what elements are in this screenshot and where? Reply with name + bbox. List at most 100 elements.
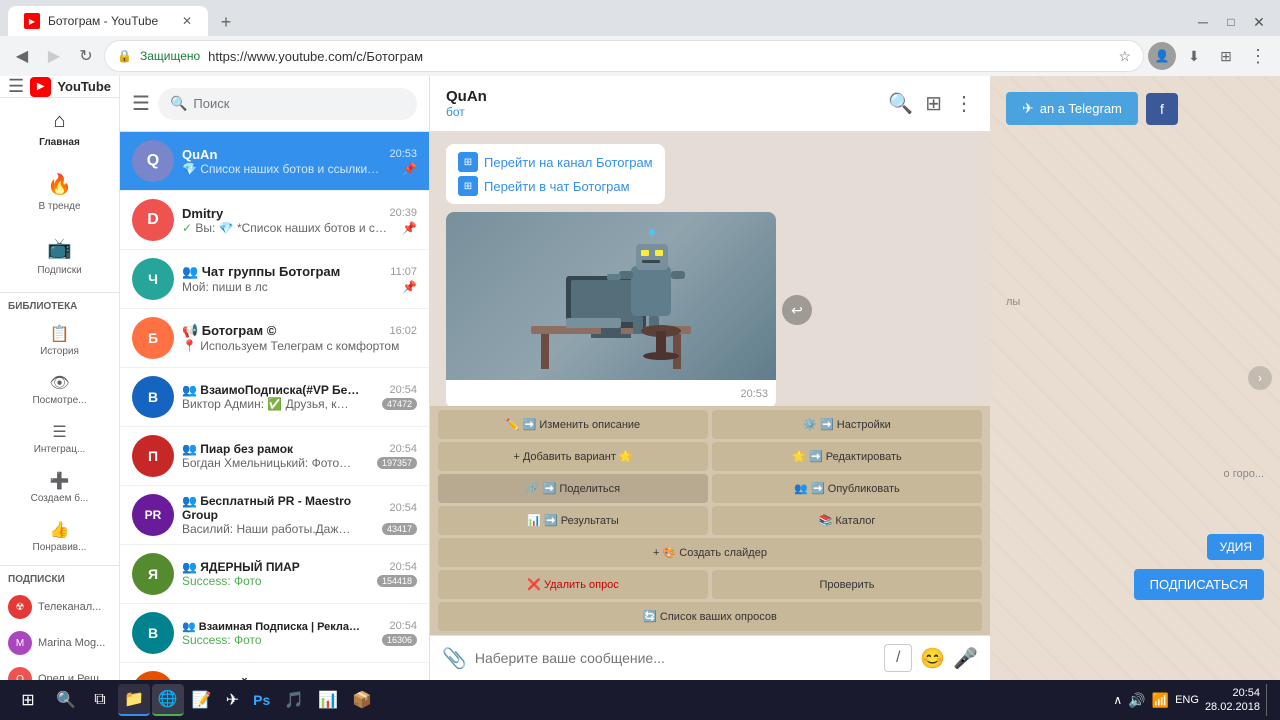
sub-item-2[interactable]: M Marina Mog... <box>0 625 119 661</box>
tab-title: Ботограм - YouTube <box>48 14 158 28</box>
sidebar-item-home[interactable]: ⌂ Главная <box>0 98 119 160</box>
taskbar-chrome[interactable]: 🌐 <box>152 684 184 716</box>
check-btn[interactable]: Проверить <box>712 570 982 599</box>
active-tab[interactable]: ▶ Ботограм - YouTube ✕ <box>8 6 208 36</box>
tray-icons-btn[interactable]: ∧ <box>1113 693 1122 707</box>
show-desktop-btn[interactable] <box>1266 684 1272 716</box>
delete-poll-btn[interactable]: ❌ Удалить опрос <box>438 570 708 599</box>
refresh-btn[interactable]: ↻ <box>72 42 100 70</box>
maximize-btn[interactable]: □ <box>1218 12 1244 32</box>
facebook-icon-btn[interactable]: f <box>1146 93 1178 125</box>
task-view-btn[interactable]: ⧉ <box>84 684 116 716</box>
extensions-btn[interactable]: ⊞ <box>1212 42 1240 70</box>
chat-item-piar[interactable]: П 👥 Пиар без рамок 20:54 Богдан Хмельниц… <box>120 427 429 486</box>
more-options-btn[interactable]: ⋮ <box>954 91 974 116</box>
bot-btn-row-2: + Добавить вариант 🌟 🌟 ➡️ Редактировать <box>438 442 982 471</box>
catalog-btn[interactable]: 📚 Каталог <box>712 506 982 535</box>
slash-cmd-btn[interactable]: / <box>884 644 912 672</box>
account-btn[interactable]: 👤 <box>1148 42 1176 70</box>
menu-btn[interactable]: ⋮ <box>1244 42 1272 70</box>
taskbar-word[interactable]: 📝 <box>186 684 218 716</box>
create-slider-btn[interactable]: + 🎨 Создать слайдер <box>438 538 982 567</box>
chat-preview: Мой: пиши в лс <box>182 280 268 294</box>
new-tab-btn[interactable]: + <box>212 8 240 36</box>
subscribe-btn[interactable]: ПОДПИСАТЬСЯ <box>1134 569 1264 600</box>
search-input[interactable] <box>193 96 405 111</box>
chat-item-yadernyi[interactable]: Я 👥 ЯДЕРНЫЙ ПИАР 20:54 Success: Фото 154… <box>120 545 429 604</box>
attach-btn[interactable]: 📎 <box>442 646 467 671</box>
tg-search-box[interactable]: 🔍 <box>158 88 417 120</box>
taskbar-app-7[interactable]: 📊 <box>312 684 344 716</box>
add-variant-btn[interactable]: + Добавить вариант 🌟 <box>438 442 708 471</box>
history-label: История <box>40 346 79 357</box>
tg-menu-btn[interactable]: ☰ <box>132 91 150 116</box>
back-btn[interactable]: ◀ <box>8 42 36 70</box>
sidebar-item-watched[interactable]: 👁 Посмотре... <box>0 365 119 414</box>
publish-btn[interactable]: 👥 ➡️ Опубликовать <box>712 474 982 503</box>
link-item-1[interactable]: ⊞ Перейти на канал Ботограм <box>458 152 653 172</box>
badge: 197357 <box>377 457 417 469</box>
link-item-2[interactable]: ⊞ Перейти в чат Ботограм <box>458 176 653 196</box>
chat-item-vzaimo2[interactable]: В 👥 Взаимная Подписка | Реклама | Пи... … <box>120 604 429 663</box>
message-image-bubble: 20:53 <box>446 212 776 406</box>
message-input[interactable] <box>475 650 876 666</box>
chat-item-vzaimo[interactable]: В 👥 ВзаимоПодписка(#VP Без репостов!) 20… <box>120 368 429 427</box>
star-icon[interactable]: ☆ <box>1118 48 1131 65</box>
hamburger-icon[interactable]: ☰ <box>8 76 24 97</box>
address-text: https://www.youtube.com/c/Ботограм <box>208 49 1110 64</box>
join-telegram-btn[interactable]: ✈ an a Telegram <box>1006 92 1138 125</box>
sidebar-item-integrations[interactable]: ☰ Интеграц... <box>0 414 119 463</box>
taskbar-explorer[interactable]: 📁 <box>118 684 150 716</box>
chat-time: 20:54 <box>389 443 417 455</box>
sub-item-1[interactable]: ☢ Телеканал... <box>0 589 119 625</box>
create-label: Создаем б... <box>31 493 89 504</box>
taskbar-ps[interactable]: Ps <box>247 684 276 716</box>
download-btn[interactable]: ⬇ <box>1180 42 1208 70</box>
taskbar-telegram[interactable]: ✈ <box>220 684 245 716</box>
studio-btn[interactable]: УДИЯ <box>1207 534 1264 560</box>
chat-item-drugoi[interactable]: Д 👥 ДРУГОЙ чат 20:54 ЯРОСЛАВ: Слегким па… <box>120 663 429 680</box>
sidebar-item-create[interactable]: ➕ Создаем б... <box>0 463 119 512</box>
share-btn[interactable]: 🔗 ➡️ Поделиться <box>438 474 708 503</box>
avatar: Б <box>132 317 174 359</box>
taskbar-app-6[interactable]: 🎵 <box>278 684 310 716</box>
watched-label: Посмотре... <box>32 395 86 406</box>
edit-btn[interactable]: 🌟 ➡️ Редактировать <box>712 442 982 471</box>
forward-message-btn[interactable]: ↩ <box>782 295 812 325</box>
chat-item-maestro[interactable]: PR 👥 Бесплатный PR - Maestro Group 20:54… <box>120 486 429 545</box>
expand-btn[interactable]: › <box>1248 366 1272 390</box>
settings-btn[interactable]: ⚙️ ➡️ Настройки <box>712 410 982 439</box>
close-btn[interactable]: ✕ <box>1246 12 1272 32</box>
sub-label-1: Телеканал... <box>38 601 101 613</box>
edit-desc-btn[interactable]: ✏️ ➡️ Изменить описание <box>438 410 708 439</box>
forward-btn[interactable]: ▶ <box>40 42 68 70</box>
taskbar-app-8[interactable]: 📦 <box>346 684 378 716</box>
chat-item-dmitry[interactable]: D Dmitry 20:39 ✓ Вы: 💎 *Список наших бот… <box>120 191 429 250</box>
tab-close-icon[interactable]: ✕ <box>182 14 192 28</box>
integrations-icon: ☰ <box>52 422 66 442</box>
results-btn[interactable]: 📊 ➡️ Результаты <box>438 506 708 535</box>
sidebar-item-subscriptions[interactable]: 📺 Подписки <box>0 224 119 288</box>
emoji-btn[interactable]: 😊 <box>920 646 945 671</box>
view-toggle-btn[interactable]: ⊞ <box>925 91 942 116</box>
search-taskbar-btn[interactable]: 🔍 <box>50 684 82 716</box>
chat-item-quan[interactable]: Q QuAn 20:53 💎 Список наших ботов и ссыл… <box>120 132 429 191</box>
sidebar-item-history[interactable]: 📋 История <box>0 316 119 365</box>
chat-input-area: 📎 / 😊 🎤 <box>430 635 990 680</box>
right-panel: ✈ an a Telegram f › ПОДПИСАТЬСЯ УДИЯ лы … <box>990 76 1280 680</box>
voice-btn[interactable]: 🎤 <box>953 646 978 671</box>
address-bar[interactable]: 🔒 Защищено https://www.youtube.com/c/Бот… <box>104 40 1144 72</box>
sub-item-3[interactable]: О Орел и Реш... <box>0 661 119 680</box>
list-polls-btn[interactable]: 🔄 Список ваших опросов <box>438 602 982 631</box>
chat-item-botogram[interactable]: Б 📢 Ботограм © 16:02 📍 Используем Телегр… <box>120 309 429 368</box>
start-btn[interactable]: ⊞ <box>8 684 48 716</box>
tab-bar: ▶ Ботограм - YouTube ✕ + ─ □ ✕ <box>0 0 1280 36</box>
message-image-wrapper: 20:53 ↩ <box>446 212 776 406</box>
task-view-icon: ⧉ <box>94 691 105 709</box>
badge: 154418 <box>377 575 417 587</box>
minimize-btn[interactable]: ─ <box>1190 12 1216 32</box>
search-chat-btn[interactable]: 🔍 <box>888 91 913 116</box>
chat-item-chat-botogram[interactable]: Ч 👥 Чат группы Ботограм 11:07 Мой: пиши … <box>120 250 429 309</box>
sidebar-item-liked[interactable]: 👍 Понравив... <box>0 512 119 561</box>
sidebar-item-trending[interactable]: 🔥 В тренде <box>0 160 119 224</box>
